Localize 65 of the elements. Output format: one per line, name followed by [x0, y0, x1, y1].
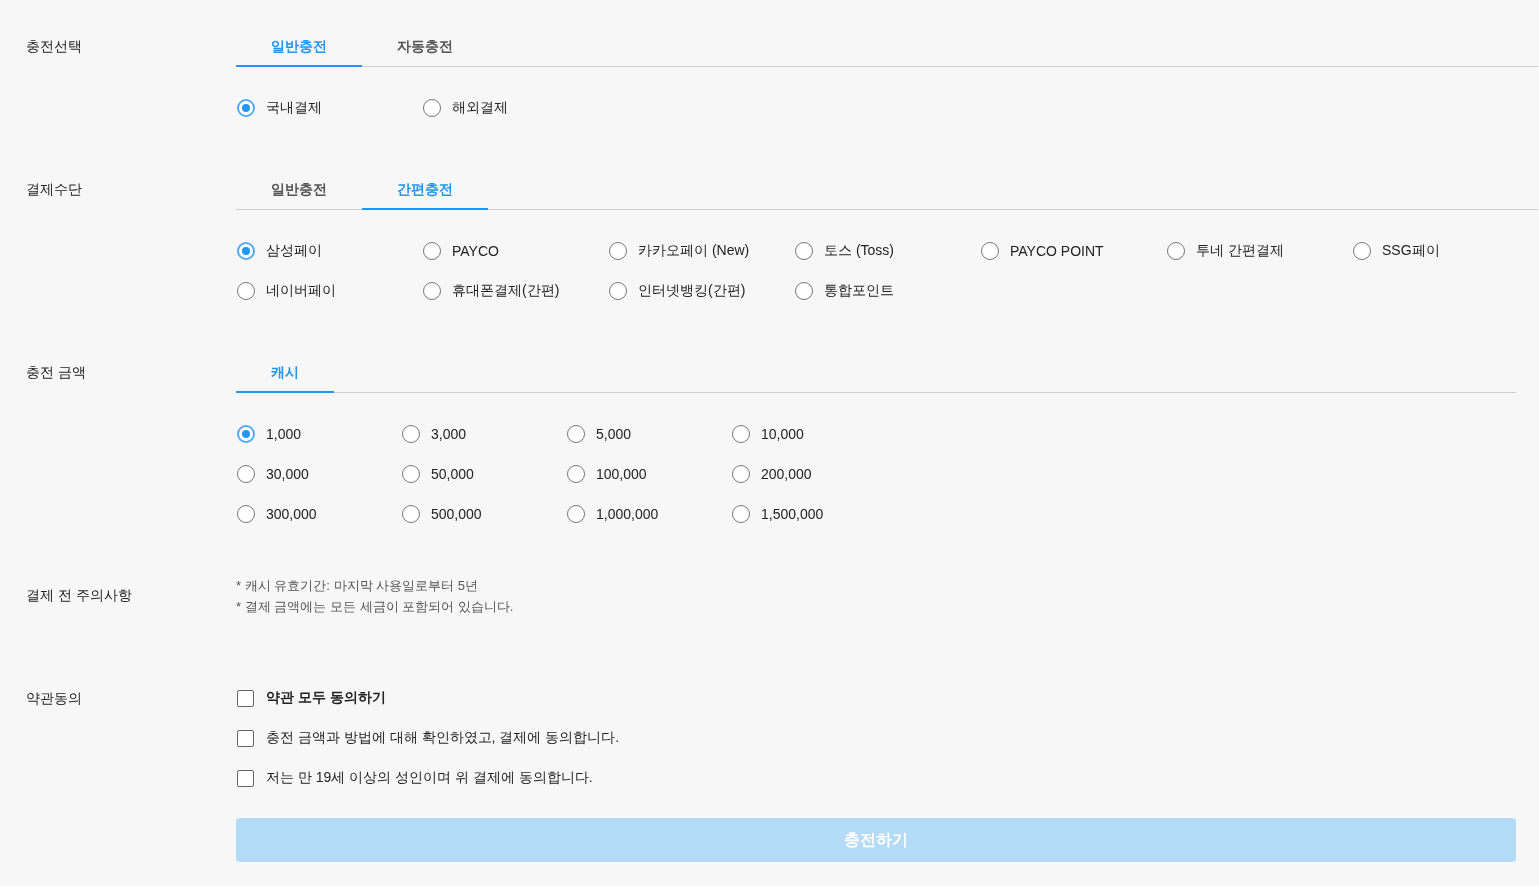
radio-button[interactable] — [1353, 242, 1371, 260]
radio-button[interactable] — [237, 425, 255, 443]
radio-option[interactable]: 카카오페이 (New) — [608, 231, 794, 271]
radio-button[interactable] — [732, 505, 750, 523]
radio-button[interactable] — [237, 242, 255, 260]
radio-option[interactable]: 인터넷뱅킹(간편) — [608, 271, 794, 311]
radio-button[interactable] — [237, 505, 255, 523]
tab[interactable]: 자동충전 — [362, 26, 488, 67]
section-label: 결제수단 — [26, 180, 83, 199]
radio-option[interactable]: 30,000 — [236, 454, 401, 494]
radio-option[interactable]: 50,000 — [401, 454, 566, 494]
notice-text: * 캐시 유효기간: 마지막 사용일로부터 5년 — [236, 577, 479, 595]
tab[interactable]: 일반충전 — [236, 169, 362, 210]
radio-button[interactable] — [609, 242, 627, 260]
radio-button[interactable] — [567, 505, 585, 523]
radio-option[interactable]: 통합포인트 — [794, 271, 980, 311]
radio-button[interactable] — [237, 99, 255, 117]
radio-button[interactable] — [732, 465, 750, 483]
section-label: 약관동의 — [26, 689, 83, 708]
radio-button[interactable] — [1167, 242, 1185, 260]
radio-option[interactable]: 10,000 — [731, 414, 896, 454]
radio-option[interactable]: 5,000 — [566, 414, 731, 454]
radio-option[interactable]: PAYCO POINT — [980, 231, 1166, 271]
radio-button[interactable] — [795, 282, 813, 300]
checkbox[interactable] — [237, 769, 254, 787]
radio-button[interactable] — [609, 282, 627, 300]
checkbox-option[interactable]: 충전 금액과 방법에 대해 확인하였고, 결제에 동의합니다. — [236, 718, 1516, 758]
radio-button[interactable] — [423, 242, 441, 260]
radio-option[interactable]: 네이버페이 — [236, 271, 422, 311]
checkbox-option[interactable]: 약관 모두 동의하기 — [236, 678, 1516, 718]
radio-option[interactable]: 1,000,000 — [566, 494, 731, 534]
radio-option[interactable]: 1,000 — [236, 414, 401, 454]
notice-text: * 결제 금액에는 모든 세금이 포함되어 있습니다. — [236, 598, 515, 616]
radio-button[interactable] — [237, 282, 255, 300]
radio-button[interactable] — [402, 425, 420, 443]
radio-option[interactable]: 1,500,000 — [731, 494, 896, 534]
radio-button[interactable] — [402, 465, 420, 483]
checkbox[interactable] — [237, 729, 254, 747]
radio-button[interactable] — [981, 242, 999, 260]
radio-button[interactable] — [402, 505, 420, 523]
radio-option[interactable]: 해외결제 — [422, 88, 608, 128]
radio-option[interactable]: SSG페이 — [1352, 231, 1538, 271]
section-label: 충전선택 — [26, 37, 83, 56]
radio-option[interactable]: 500,000 — [401, 494, 566, 534]
radio-option[interactable]: 200,000 — [731, 454, 896, 494]
radio-button[interactable] — [795, 242, 813, 260]
section-label: 결제 전 주의사항 — [26, 586, 133, 605]
radio-button[interactable] — [567, 425, 585, 443]
radio-option[interactable]: 토스 (Toss) — [794, 231, 980, 271]
radio-button[interactable] — [732, 425, 750, 443]
radio-option[interactable]: 3,000 — [401, 414, 566, 454]
radio-option[interactable]: 100,000 — [566, 454, 731, 494]
radio-button[interactable] — [237, 465, 255, 483]
checkbox-option[interactable]: 저는 만 19세 이상의 성인이며 위 결제에 동의합니다. — [236, 758, 1516, 798]
checkbox[interactable] — [237, 689, 254, 707]
radio-option[interactable]: 휴대폰결제(간편) — [422, 271, 608, 311]
section-label: 충전 금액 — [26, 363, 87, 382]
radio-option[interactable]: PAYCO — [422, 231, 608, 271]
radio-option[interactable]: 삼성페이 — [236, 231, 422, 271]
radio-option[interactable]: 300,000 — [236, 494, 401, 534]
radio-option[interactable]: 투네 간편결제 — [1166, 231, 1352, 271]
radio-button[interactable] — [567, 465, 585, 483]
radio-option[interactable]: 국내결제 — [236, 88, 422, 128]
radio-button[interactable] — [423, 282, 441, 300]
radio-button[interactable] — [423, 99, 441, 117]
